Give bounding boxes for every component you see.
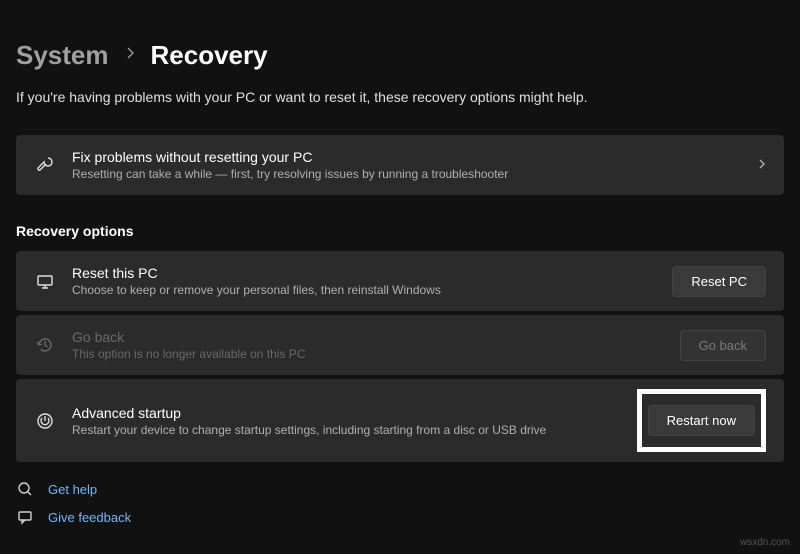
history-icon bbox=[34, 334, 56, 356]
reset-pc-subtitle: Choose to keep or remove your personal f… bbox=[72, 283, 656, 297]
troubleshoot-card[interactable]: Fix problems without resetting your PC R… bbox=[16, 135, 784, 195]
chevron-right-icon bbox=[125, 46, 135, 65]
go-back-button: Go back bbox=[680, 330, 766, 361]
power-icon bbox=[34, 410, 56, 432]
reset-pc-button[interactable]: Reset PC bbox=[672, 266, 766, 297]
reset-pc-content: Reset this PC Choose to keep or remove y… bbox=[72, 265, 656, 297]
restart-now-button[interactable]: Restart now bbox=[648, 405, 755, 436]
give-feedback-label: Give feedback bbox=[48, 510, 131, 525]
chevron-right-icon bbox=[758, 157, 766, 173]
advanced-startup-title: Advanced startup bbox=[72, 405, 621, 421]
watermark: wsxdn.com bbox=[740, 537, 790, 548]
troubleshoot-title: Fix problems without resetting your PC bbox=[72, 149, 742, 165]
go-back-content: Go back This option is no longer availab… bbox=[72, 329, 664, 361]
breadcrumb: System Recovery bbox=[16, 40, 784, 71]
go-back-subtitle: This option is no longer available on th… bbox=[72, 347, 664, 361]
advanced-startup-content: Advanced startup Restart your device to … bbox=[72, 405, 621, 437]
get-help-link[interactable]: Get help bbox=[16, 480, 784, 498]
feedback-icon bbox=[16, 508, 34, 526]
give-feedback-link[interactable]: Give feedback bbox=[16, 508, 784, 526]
page-title: Recovery bbox=[151, 40, 268, 71]
pc-icon bbox=[34, 270, 56, 292]
recovery-options-header: Recovery options bbox=[16, 223, 784, 239]
go-back-card: Go back This option is no longer availab… bbox=[16, 315, 784, 375]
breadcrumb-parent[interactable]: System bbox=[16, 40, 109, 71]
wrench-icon bbox=[34, 154, 56, 176]
get-help-label: Get help bbox=[48, 482, 97, 497]
reset-pc-card: Reset this PC Choose to keep or remove y… bbox=[16, 251, 784, 311]
restart-now-highlight: Restart now bbox=[637, 389, 766, 452]
advanced-startup-card: Advanced startup Restart your device to … bbox=[16, 379, 784, 462]
go-back-title: Go back bbox=[72, 329, 664, 345]
troubleshoot-content: Fix problems without resetting your PC R… bbox=[72, 149, 742, 181]
help-icon bbox=[16, 480, 34, 498]
help-links: Get help Give feedback bbox=[16, 480, 784, 526]
intro-text: If you're having problems with your PC o… bbox=[16, 89, 784, 105]
advanced-startup-subtitle: Restart your device to change startup se… bbox=[72, 423, 621, 437]
reset-pc-title: Reset this PC bbox=[72, 265, 656, 281]
troubleshoot-subtitle: Resetting can take a while — first, try … bbox=[72, 167, 742, 181]
